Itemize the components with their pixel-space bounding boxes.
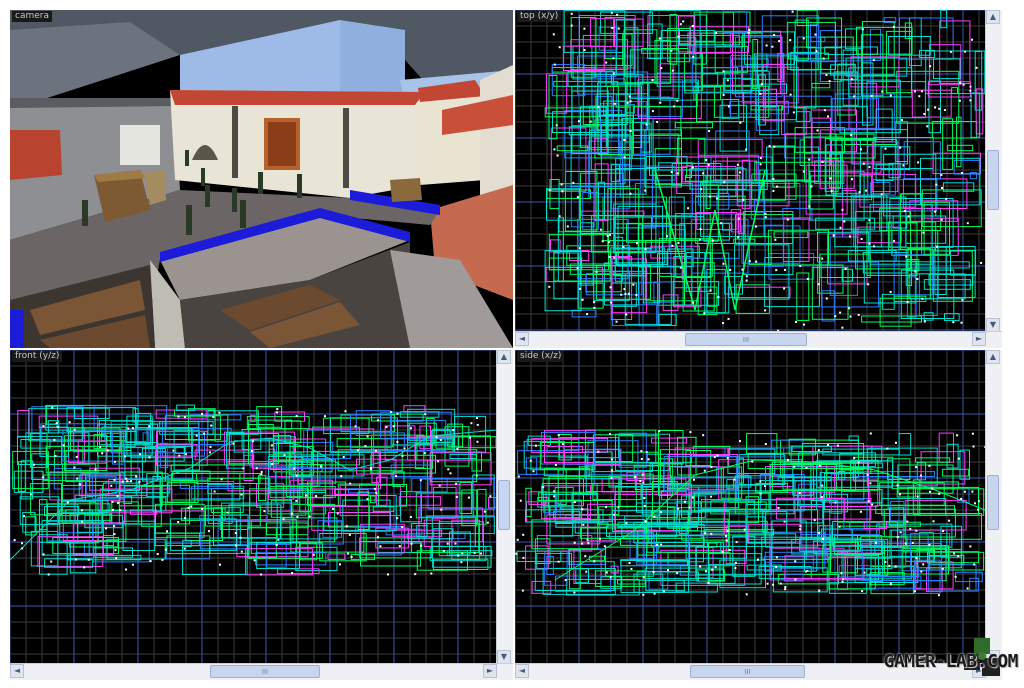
scroll-left-button[interactable]: ◄	[10, 664, 24, 678]
scroll-left-button[interactable]: ◄	[515, 664, 529, 678]
scroll-left-button[interactable]: ◄	[515, 332, 529, 346]
scroll-thumb[interactable]: III	[685, 333, 807, 346]
top-vertical-scrollbar[interactable]: ▲ ▼	[985, 10, 1002, 332]
side-vertical-scrollbar[interactable]: ▲ ▼	[985, 350, 1002, 664]
scroll-up-button[interactable]: ▲	[497, 350, 511, 364]
scroll-thumb[interactable]	[498, 480, 510, 530]
top-horizontal-scrollbar[interactable]: ◄ III ►	[515, 331, 1002, 348]
camera-3d-scene	[10, 10, 513, 348]
camera-viewport[interactable]: camera	[10, 10, 513, 348]
front-viewport-label: front (y/z)	[12, 351, 63, 362]
front-grid	[10, 350, 513, 680]
side-viewport-label: side (x/z)	[517, 351, 565, 362]
scroll-up-button[interactable]: ▲	[986, 10, 1000, 24]
side-viewport[interactable]: side (x/z) ▲ ▼ ◄ III ►	[515, 350, 1002, 680]
camera-viewport-label: camera	[12, 11, 52, 22]
side-grid	[515, 350, 1002, 680]
scroll-right-button[interactable]: ►	[972, 332, 986, 346]
top-grid	[515, 10, 1002, 348]
scroll-down-button[interactable]: ▼	[497, 650, 511, 664]
scroll-right-button[interactable]: ►	[483, 664, 497, 678]
front-viewport[interactable]: front (y/z) ▲ ▼ ◄ III ►	[10, 350, 513, 680]
watermark-text: GAMER-LAB.COM	[883, 651, 1019, 672]
scroll-thumb[interactable]: III	[690, 665, 805, 678]
scroll-down-button[interactable]: ▼	[986, 318, 1000, 332]
scroll-thumb[interactable]	[987, 150, 999, 210]
top-viewport-label: top (x/y)	[517, 11, 562, 22]
front-horizontal-scrollbar[interactable]: ◄ III ►	[10, 663, 513, 680]
scroll-thumb[interactable]	[987, 475, 999, 530]
scroll-thumb[interactable]: III	[210, 665, 320, 678]
front-vertical-scrollbar[interactable]: ▲ ▼	[496, 350, 513, 664]
top-viewport[interactable]: top (x/y) ▲ ▼ ◄ III ►	[515, 10, 1002, 348]
scroll-up-button[interactable]: ▲	[986, 350, 1000, 364]
